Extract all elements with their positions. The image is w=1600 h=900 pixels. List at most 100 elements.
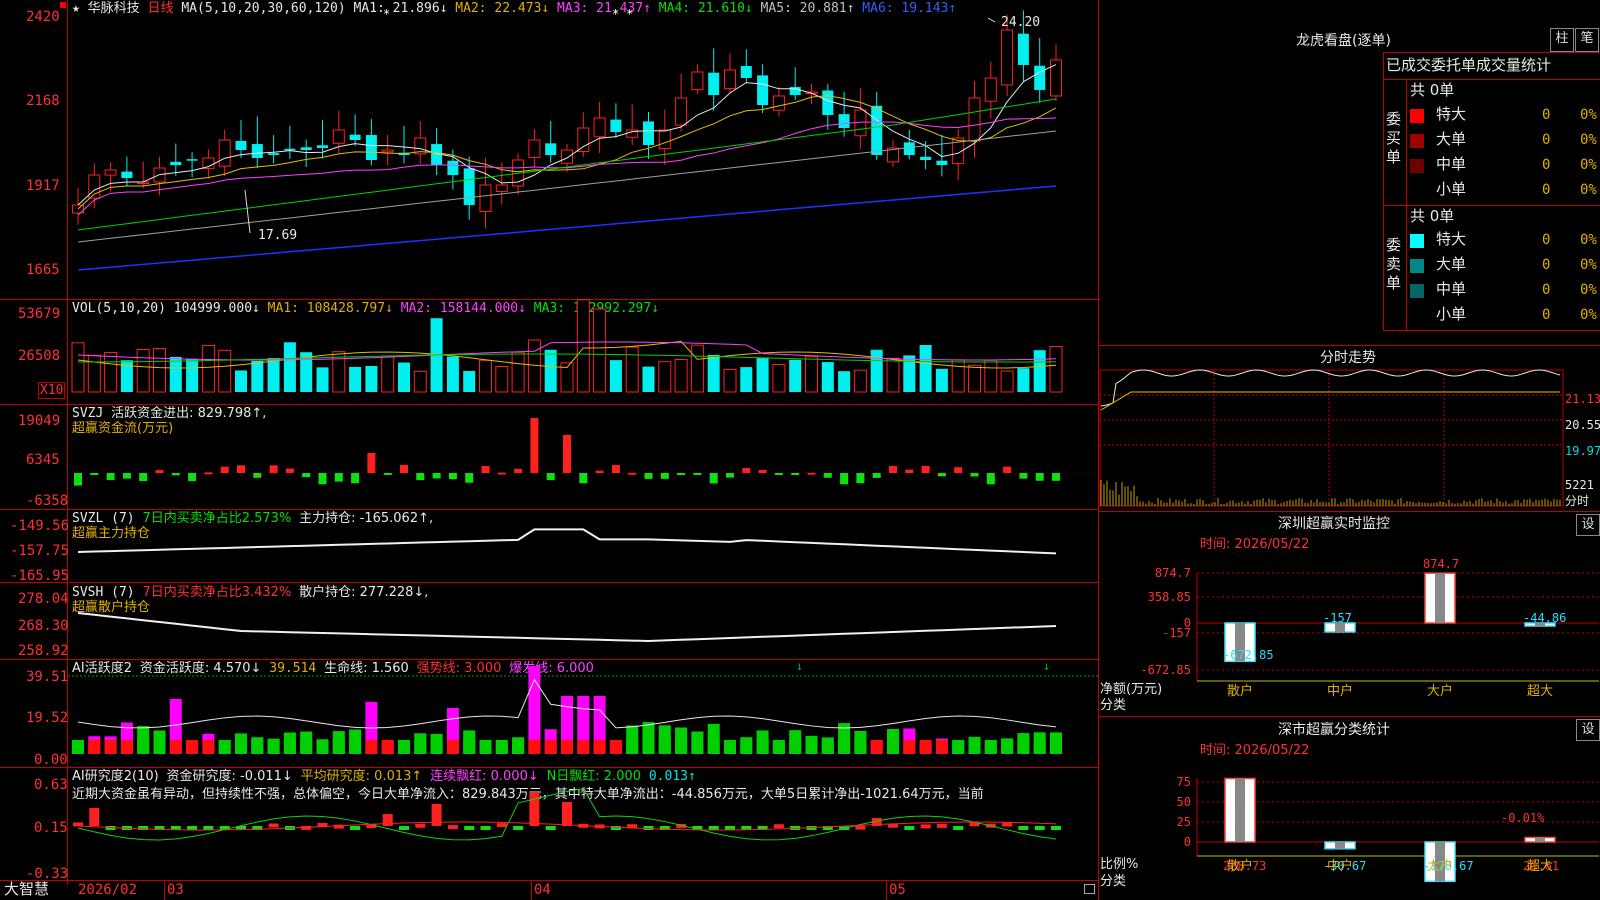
research-bar [529, 792, 540, 826]
vol-bar-down [870, 349, 883, 392]
vol-bar-up [674, 358, 688, 393]
svzj-bar [921, 465, 930, 473]
vol-bar-up [658, 361, 672, 393]
activity-base [528, 740, 541, 754]
activity-base [821, 740, 834, 754]
svzj-bar [237, 465, 245, 473]
activity-base [446, 740, 459, 754]
chart-category-label: 超大 [1527, 684, 1553, 699]
vol-bar-down [251, 360, 264, 392]
svzl-chart[interactable] [0, 510, 1098, 582]
candle-down [740, 66, 752, 78]
activity-base [430, 740, 443, 754]
high-annotation: 24.20 [1001, 15, 1041, 30]
candle-down [317, 145, 328, 148]
vol-bar-up [772, 363, 786, 393]
order-size-label: 小单 [1436, 180, 1467, 198]
buy-side-label: 委买单 [1386, 110, 1402, 166]
ai-research-chart[interactable] [0, 768, 1098, 880]
activity-base [72, 740, 84, 754]
activity-base [609, 740, 622, 754]
svzj-bar [1003, 466, 1012, 473]
research-bar [708, 826, 719, 830]
svsh-chart[interactable] [0, 583, 1098, 659]
svzj-bar [791, 473, 800, 475]
research-bar [89, 808, 100, 826]
svzj-bar [351, 473, 360, 484]
candle-up [724, 69, 736, 90]
vol-bar-up [87, 354, 101, 393]
lock-icon[interactable] [1084, 884, 1095, 894]
svzj-bar [872, 473, 881, 478]
candle-up [1001, 29, 1014, 86]
vol-bar-up [593, 308, 607, 393]
intraday-chart[interactable] [1099, 369, 1600, 510]
candle-down [268, 153, 280, 155]
order-pct: 0% [1580, 132, 1597, 148]
panel-divider [1099, 511, 1600, 512]
longhu-title: 龙虎看盘(逐单) [1296, 33, 1391, 49]
activity-base [104, 740, 117, 754]
svzj-bar [139, 473, 148, 482]
vol-bar-up [723, 368, 737, 393]
research-bar [920, 824, 931, 829]
tab-orders[interactable]: 委托单 [1431, 57, 1476, 74]
chart-category-label: 大户 [1427, 858, 1453, 874]
candle-up [495, 184, 508, 192]
monitor-settings-button[interactable]: 设 [1576, 514, 1600, 536]
fenshi-y-tick: 19.97 [1565, 444, 1600, 458]
activity-base [267, 740, 280, 754]
candle-down [1017, 33, 1029, 65]
chart-y-tick: 0 [1184, 835, 1191, 849]
svzj-bar [970, 473, 979, 477]
candle-down [251, 144, 263, 158]
svzj-bar [334, 473, 343, 482]
activity-base [365, 740, 378, 754]
vol-bar-up [576, 299, 590, 393]
ai-activity-chart[interactable]: ↓ ↓ [0, 659, 1098, 767]
research-bar [415, 823, 426, 828]
activity-base [495, 740, 508, 754]
monitor-bar-chart[interactable]: 874.7358.850-157-672.85-672.85散户-157中户87… [1099, 555, 1600, 715]
chart-bar-group [1424, 572, 1456, 624]
tab-filled[interactable]: 已成交 [1386, 57, 1431, 74]
tab-volume-stats[interactable]: 成交量统计 [1476, 57, 1551, 74]
chart-category-label: 散户 [1227, 858, 1253, 874]
activity-base [707, 740, 720, 754]
activity-base [642, 740, 655, 754]
volume-chart[interactable] [0, 299, 1098, 404]
tick-mode-button[interactable]: 笔 [1575, 28, 1599, 52]
order-count: 0 [1542, 232, 1551, 248]
vol-bar-up [1049, 345, 1063, 393]
research-bar [725, 826, 735, 830]
vol-bar-down [349, 366, 362, 392]
candle-down [365, 135, 377, 160]
svzj-bar [726, 473, 734, 478]
chart-category-label: 中户 [1327, 683, 1353, 699]
bar-mode-button[interactable]: 柱 [1550, 28, 1574, 52]
classify-title: 深市超赢分类统计 [1278, 722, 1390, 738]
vol-bar-up [495, 365, 509, 393]
svzj-bar [530, 418, 539, 473]
classify-settings-button[interactable]: 设 [1576, 719, 1600, 741]
order-color-swatch [1410, 109, 1424, 123]
candle-up [218, 139, 231, 167]
vol-bar-up [805, 356, 818, 393]
svzj-chart[interactable] [0, 405, 1098, 509]
activity-base [202, 740, 215, 754]
activity-base [283, 740, 296, 754]
candle-down [121, 171, 133, 178]
vol-bar-up [381, 355, 395, 393]
candle-down [936, 160, 948, 165]
classify-bar-chart[interactable]: 7550250288.73散户 -30.67中户 -178.67大户 20.61超大-… [1099, 760, 1600, 900]
svzl-line [77, 528, 1057, 555]
chart-value-label: -44.86 [1523, 611, 1566, 625]
kline-chart[interactable]: * * * [0, 0, 1098, 299]
svzj-bar [514, 468, 523, 473]
candle-down [871, 105, 883, 155]
order-size-label: 中单 [1436, 155, 1467, 173]
svzj-bar [611, 465, 620, 473]
candle-down [1034, 65, 1046, 90]
svzj-bar [660, 473, 669, 479]
activity-base [463, 740, 476, 754]
